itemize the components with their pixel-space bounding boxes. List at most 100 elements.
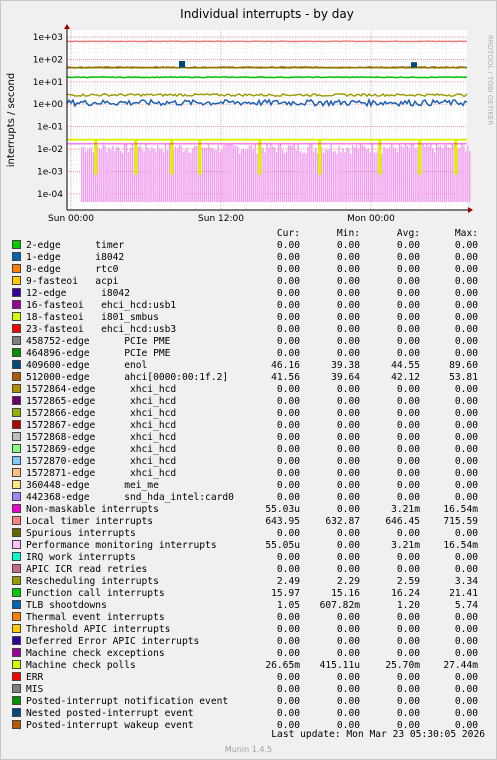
legend-max: 0.00	[454, 672, 478, 683]
legend-avg: 0.00	[396, 552, 420, 563]
series-bar	[408, 147, 410, 202]
legend-max: 0.00	[454, 396, 478, 407]
legend-min: 2.29	[336, 576, 360, 587]
legend-cur: 0.00	[276, 300, 300, 311]
legend-row: Performance monitoring interrupts 55.05u 0…	[12, 540, 490, 552]
legend-min: 0.00	[336, 324, 360, 335]
series-bar	[244, 150, 247, 202]
series-bar	[416, 147, 418, 202]
series-bar	[149, 150, 151, 202]
series-local-timer	[66, 40, 468, 43]
legend-name: 1-edge i8042	[26, 252, 125, 263]
series-bar	[357, 148, 360, 202]
series-bar	[350, 153, 352, 202]
series-bar	[155, 151, 157, 202]
legend-max: 0.00	[454, 276, 478, 287]
x-tick-label: Sun 12:00	[198, 214, 244, 224]
legend-max: 0.00	[454, 480, 478, 491]
legend-avg: 0.00	[396, 708, 420, 719]
legend-min: 0.00	[336, 348, 360, 359]
legend: Cur: Min: Avg: Max: 2-edge timer 0.00 0.00…	[12, 228, 490, 732]
legend-max: 21.41	[449, 588, 478, 599]
legend-swatch	[12, 276, 21, 285]
legend-max: 0.00	[454, 336, 478, 347]
legend-cur: 0.00	[276, 240, 300, 251]
legend-min: 0.00	[336, 612, 360, 623]
legend-cur: 0.00	[276, 348, 300, 359]
series-bar	[414, 148, 416, 202]
legend-max: 715.59	[443, 516, 478, 527]
legend-cur: 0.00	[276, 528, 300, 539]
legend-swatch	[12, 528, 21, 537]
legend-row: MIS 0.00 0.00 0.00 0.00	[12, 684, 490, 696]
series-bar	[402, 147, 405, 202]
series-bar	[90, 147, 93, 202]
series-bar	[439, 145, 442, 202]
series-bar	[114, 151, 116, 202]
legend-swatch	[12, 672, 21, 681]
series-bar	[160, 148, 163, 202]
series-bar	[373, 152, 375, 202]
legend-swatch	[12, 456, 21, 465]
chart: 1e+03 1e+02 1e+01 1e+00 1e-01 1e-02 1e-03 1e-04…	[6, 7, 494, 224]
legend-cur: 1.05	[276, 600, 300, 611]
series-bar	[445, 144, 447, 202]
series-bar	[264, 152, 266, 202]
series-bar	[410, 143, 412, 202]
series-bar	[231, 144, 233, 202]
legend-avg: 0.00	[396, 444, 420, 455]
legend-name: 23-fasteoi ehci_hcd:usb3	[26, 324, 177, 335]
legend-swatch	[12, 624, 21, 633]
y-tick-label: 1e+03	[33, 33, 63, 43]
series-bar	[291, 145, 293, 202]
series-bar	[180, 145, 182, 202]
legend-max: 16.54m	[443, 504, 478, 515]
legend-max: 0.00	[454, 324, 478, 335]
legend-min: 0.00	[336, 312, 360, 323]
y-tick-label: 1e-02	[37, 145, 63, 155]
legend-name: 12-edge i8042	[26, 288, 130, 299]
legend-swatch	[12, 360, 21, 369]
legend-name: ERR	[26, 672, 44, 683]
series-bar	[157, 144, 159, 202]
series-bar	[371, 144, 373, 202]
series-bar	[398, 144, 401, 202]
legend-swatch	[12, 480, 21, 489]
legend-avg: 0.00	[396, 648, 420, 659]
series-bar	[211, 147, 214, 202]
legend-avg: 42.12	[391, 372, 420, 383]
series-bar	[250, 145, 253, 202]
legend-cur: 0.00	[276, 624, 300, 635]
series-bar	[277, 144, 280, 202]
legend-cur: 0.00	[276, 684, 300, 695]
legend-row: Nested posted-interrupt event 0.00 0.00 0.0…	[12, 708, 490, 720]
legend-name: Performance monitoring interrupts	[26, 540, 217, 551]
legend-max: 0.00	[454, 468, 478, 479]
y-tick-label: 1e-04	[37, 190, 63, 200]
series-bar	[309, 144, 311, 202]
legend-min: 0.00	[336, 300, 360, 311]
legend-min: 0.00	[336, 396, 360, 407]
legend-swatch	[12, 588, 21, 597]
legend-cur: 0.00	[276, 696, 300, 707]
legend-swatch	[12, 432, 21, 441]
series-bar	[361, 145, 364, 202]
series-bar	[225, 144, 227, 202]
series-bar	[221, 149, 223, 202]
legend-name: Machine check exceptions	[26, 648, 165, 659]
series-bar	[283, 153, 286, 202]
header-avg: Avg:	[396, 228, 420, 239]
legend-avg: 0.00	[396, 336, 420, 347]
series-bar	[433, 152, 436, 202]
series-bar	[246, 148, 249, 202]
legend-name: TLB shootdowns	[26, 600, 107, 611]
legend-swatch	[12, 396, 21, 405]
legend-avg: 0.00	[396, 696, 420, 707]
series-bar	[340, 152, 342, 202]
legend-swatch	[12, 516, 21, 525]
legend-min: 0.00	[336, 504, 360, 515]
legend-name: 360448-edge mei_me	[26, 480, 159, 491]
series-spike	[411, 62, 417, 68]
legend-row: APIC ICR read retries 0.00 0.00 0.00 0.00	[12, 564, 490, 576]
legend-cur: 643.95	[265, 516, 300, 527]
